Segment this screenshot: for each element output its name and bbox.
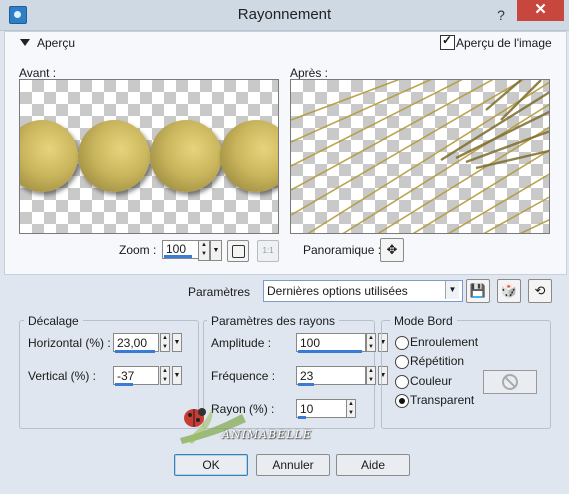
image-preview-checkbox[interactable] bbox=[440, 33, 455, 50]
vertical-label: Vertical (%) : bbox=[28, 369, 97, 383]
ok-button[interactable]: OK bbox=[174, 454, 248, 476]
zoom-fit-button[interactable] bbox=[227, 240, 249, 262]
radio-transparent-label[interactable]: Transparent bbox=[410, 393, 474, 407]
preview-section-label[interactable]: Aperçu bbox=[37, 36, 75, 50]
radio-wrap[interactable] bbox=[395, 336, 409, 350]
frequency-label: Fréquence : bbox=[211, 369, 276, 383]
radio-wrap-label[interactable]: Enroulement bbox=[410, 335, 478, 349]
zoom-slider-bar[interactable] bbox=[164, 255, 192, 258]
horizontal-spinner[interactable]: ▲ ▼ bbox=[160, 333, 170, 352]
radio-transparent[interactable] bbox=[395, 394, 409, 408]
arrow-up-icon[interactable]: ▲ bbox=[201, 242, 207, 248]
no-color-icon bbox=[502, 374, 518, 390]
pan-move-icon[interactable]: ✥ bbox=[380, 238, 404, 262]
zoom-actual-size-button[interactable]: 1:1 bbox=[257, 240, 279, 262]
save-preset-button[interactable]: 💾 bbox=[466, 279, 490, 303]
zoom-dropdown[interactable]: ▼ bbox=[210, 240, 222, 261]
vertical-spinner[interactable]: ▲ ▼ bbox=[160, 366, 170, 385]
help-button[interactable]: Aide bbox=[336, 454, 410, 476]
ray-lines bbox=[291, 80, 549, 233]
amplitude-slider-bar[interactable] bbox=[298, 350, 362, 353]
rays-title: Paramètres des rayons bbox=[207, 314, 340, 328]
ladybug-logo bbox=[180, 408, 246, 444]
before-label: Avant : bbox=[19, 66, 57, 80]
dropdown-arrow-icon[interactable]: ▼ bbox=[445, 281, 459, 299]
presets-select[interactable]: Dernières options utilisées bbox=[263, 280, 463, 302]
gold-circle bbox=[78, 120, 150, 192]
frequency-spinner[interactable]: ▲ ▼ bbox=[366, 366, 376, 385]
gold-circle bbox=[220, 120, 278, 192]
window-title: Rayonnement bbox=[237, 6, 332, 23]
horizontal-slider-bar[interactable] bbox=[115, 350, 155, 353]
zoom-spinner[interactable]: ▲ ▼ bbox=[198, 240, 210, 261]
after-preview-image[interactable] bbox=[290, 79, 550, 234]
zoom-label: Zoom : bbox=[119, 243, 157, 257]
close-button[interactable]: ✕ bbox=[517, 0, 564, 21]
arrow-down-icon[interactable]: ▼ bbox=[201, 251, 207, 257]
amplitude-spinner[interactable]: ▲ ▼ bbox=[366, 333, 376, 352]
gold-circle bbox=[20, 120, 78, 192]
amplitude-label: Amplitude : bbox=[211, 336, 272, 350]
image-preview-label[interactable]: Aperçu de l'image bbox=[456, 36, 552, 50]
cancel-button[interactable]: Annuler bbox=[256, 454, 330, 476]
vertical-dropdown[interactable]: ▼ bbox=[172, 366, 182, 385]
collapse-triangle-icon[interactable] bbox=[18, 36, 32, 50]
radio-repeat[interactable] bbox=[395, 355, 409, 369]
reset-defaults-icon[interactable]: ⟲ bbox=[528, 279, 552, 303]
before-preview-image[interactable] bbox=[19, 79, 279, 234]
help-title-button[interactable]: ? bbox=[490, 5, 512, 25]
offset-title: Décalage bbox=[24, 314, 83, 328]
pan-label: Panoramique : bbox=[303, 243, 382, 257]
gold-circle bbox=[150, 120, 222, 192]
vertical-slider-bar[interactable] bbox=[115, 383, 133, 386]
frequency-slider-bar[interactable] bbox=[298, 383, 314, 386]
presets-label: Paramètres bbox=[188, 285, 251, 299]
watermark-text: ANIMABELLE bbox=[222, 428, 312, 441]
radio-color-label[interactable]: Couleur bbox=[410, 374, 452, 388]
edge-mode-title: Mode Bord bbox=[390, 314, 457, 328]
horizontal-label: Horizontal (%) : bbox=[28, 336, 111, 350]
radio-repeat-label[interactable]: Répétition bbox=[410, 354, 464, 368]
after-label: Après : bbox=[290, 66, 329, 80]
horizontal-dropdown[interactable]: ▼ bbox=[172, 333, 182, 352]
radio-color[interactable] bbox=[395, 375, 409, 389]
randomize-dice-icon[interactable]: 🎲 bbox=[497, 279, 521, 303]
radius-spinner[interactable]: ▲ ▼ bbox=[346, 399, 356, 418]
